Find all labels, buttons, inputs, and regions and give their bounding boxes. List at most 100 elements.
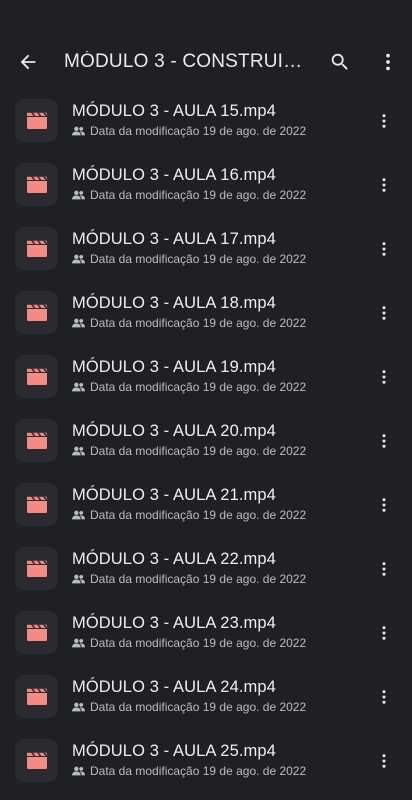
drive-folder-screen: MÓDULO 3 - CONSTRUINDO... (0, 0, 412, 800)
more-vert-icon (382, 754, 386, 768)
shared-people-icon (72, 637, 86, 649)
modified-date: Data da modificação 19 de ago. de 2022 (90, 380, 307, 394)
file-list-item[interactable]: MÓDULO 3 - AULA 16.mp4 Data da modificaç… (0, 155, 412, 219)
file-name: MÓDULO 3 - AULA 19.mp4 (72, 358, 276, 376)
file-meta: Data da modificação 19 de ago. de 2022 (72, 251, 362, 267)
video-file-icon (26, 624, 47, 641)
item-more-button[interactable] (364, 547, 404, 591)
item-more-button[interactable] (364, 99, 404, 143)
file-list-item[interactable]: MÓDULO 3 - AULA 22.mp4 Data da modificaç… (0, 539, 412, 603)
modified-date: Data da modificação 19 de ago. de 2022 (90, 636, 307, 650)
video-file-icon (26, 112, 47, 129)
modified-date: Data da modificação 19 de ago. de 2022 (90, 316, 307, 330)
modified-date: Data da modificação 19 de ago. de 2022 (90, 572, 307, 586)
more-vert-icon (382, 562, 386, 576)
file-meta: Data da modificação 19 de ago. de 2022 (72, 187, 362, 203)
item-more-button[interactable] (364, 291, 404, 335)
shared-people-icon (72, 189, 86, 201)
arrow-back-icon (20, 54, 36, 70)
video-thumbnail (15, 227, 58, 270)
modified-date: Data da modificação 19 de ago. de 2022 (90, 188, 307, 202)
file-meta: Data da modificação 19 de ago. de 2022 (72, 571, 362, 587)
item-more-button[interactable] (364, 483, 404, 527)
file-name: MÓDULO 3 - AULA 24.mp4 (72, 678, 276, 696)
file-text: MÓDULO 3 - AULA 20.mp4 Data da modificaç… (72, 421, 362, 459)
file-list-item[interactable]: MÓDULO 3 - AULA 18.mp4 Data da modificaç… (0, 283, 412, 347)
video-thumbnail (15, 419, 58, 462)
video-file-icon (26, 304, 47, 321)
top-app-bar: MÓDULO 3 - CONSTRUINDO... (0, 30, 412, 94)
file-name: MÓDULO 3 - AULA 18.mp4 (72, 294, 276, 312)
status-bar-area (0, 0, 412, 30)
modified-date: Data da modificação 19 de ago. de 2022 (90, 700, 307, 714)
shared-people-icon (72, 573, 86, 585)
video-thumbnail (15, 99, 58, 142)
file-text: MÓDULO 3 - AULA 24.mp4 Data da modificaç… (72, 677, 362, 715)
file-name: MÓDULO 3 - AULA 25.mp4 (72, 742, 276, 760)
shared-people-icon (72, 765, 86, 777)
more-vert-icon (382, 498, 386, 512)
more-vert-icon (382, 690, 386, 704)
more-vert-icon (382, 370, 386, 384)
file-list-item[interactable]: MÓDULO 3 - AULA 25.mp4 Data da modificaç… (0, 731, 412, 795)
item-more-button[interactable] (364, 355, 404, 399)
item-more-button[interactable] (364, 163, 404, 207)
item-more-button[interactable] (364, 227, 404, 271)
file-name: MÓDULO 3 - AULA 22.mp4 (72, 550, 276, 568)
file-name: MÓDULO 3 - AULA 16.mp4 (72, 166, 276, 184)
item-more-button[interactable] (364, 675, 404, 719)
file-text: MÓDULO 3 - AULA 17.mp4 Data da modificaç… (72, 229, 362, 267)
file-text: MÓDULO 3 - AULA 18.mp4 Data da modificaç… (72, 293, 362, 331)
file-list: MÓDULO 3 - AULA 15.mp4 Data da modificaç… (0, 91, 412, 795)
file-text: MÓDULO 3 - AULA 15.mp4 Data da modificaç… (72, 101, 362, 139)
modified-date: Data da modificação 19 de ago. de 2022 (90, 252, 307, 266)
file-name: MÓDULO 3 - AULA 23.mp4 (72, 614, 276, 632)
file-list-item[interactable]: MÓDULO 3 - AULA 23.mp4 Data da modificaç… (0, 603, 412, 667)
video-file-icon (26, 688, 47, 705)
video-thumbnail (15, 739, 58, 782)
file-meta: Data da modificação 19 de ago. de 2022 (72, 635, 362, 651)
file-list-item[interactable]: MÓDULO 3 - AULA 21.mp4 Data da modificaç… (0, 475, 412, 539)
file-list-item[interactable]: MÓDULO 3 - AULA 17.mp4 Data da modificaç… (0, 219, 412, 283)
file-name: MÓDULO 3 - AULA 20.mp4 (72, 422, 276, 440)
file-list-item[interactable]: MÓDULO 3 - AULA 20.mp4 Data da modificaç… (0, 411, 412, 475)
video-thumbnail (15, 547, 58, 590)
video-thumbnail (15, 675, 58, 718)
more-vert-icon (382, 626, 386, 640)
page-title: MÓDULO 3 - CONSTRUINDO... (64, 51, 304, 72)
shared-people-icon (72, 509, 86, 521)
file-text: MÓDULO 3 - AULA 23.mp4 Data da modificaç… (72, 613, 362, 651)
modified-date: Data da modificação 19 de ago. de 2022 (90, 124, 307, 138)
shared-people-icon (72, 381, 86, 393)
video-thumbnail (15, 483, 58, 526)
file-list-item[interactable]: MÓDULO 3 - AULA 15.mp4 Data da modificaç… (0, 91, 412, 155)
modified-date: Data da modificação 19 de ago. de 2022 (90, 444, 307, 458)
file-meta: Data da modificação 19 de ago. de 2022 (72, 763, 362, 779)
search-icon (331, 53, 348, 70)
shared-people-icon (72, 317, 86, 329)
search-button[interactable] (316, 38, 364, 86)
video-file-icon (26, 560, 47, 577)
video-file-icon (26, 496, 47, 513)
back-button[interactable] (0, 30, 56, 94)
item-more-button[interactable] (364, 611, 404, 655)
file-name: MÓDULO 3 - AULA 15.mp4 (72, 102, 276, 120)
appbar-actions (316, 30, 412, 94)
file-meta: Data da modificação 19 de ago. de 2022 (72, 315, 362, 331)
shared-people-icon (72, 253, 86, 265)
item-more-button[interactable] (364, 419, 404, 463)
shared-people-icon (72, 125, 86, 137)
file-meta: Data da modificação 19 de ago. de 2022 (72, 123, 362, 139)
more-vert-icon (382, 434, 386, 448)
more-vert-icon (382, 178, 386, 192)
file-list-item[interactable]: MÓDULO 3 - AULA 19.mp4 Data da modificaç… (0, 347, 412, 411)
file-list-item[interactable]: MÓDULO 3 - AULA 24.mp4 Data da modificaç… (0, 667, 412, 731)
video-thumbnail (15, 291, 58, 334)
more-vert-icon (382, 242, 386, 256)
item-more-button[interactable] (364, 739, 404, 783)
file-name: MÓDULO 3 - AULA 17.mp4 (72, 230, 276, 248)
video-file-icon (26, 752, 47, 769)
video-thumbnail (15, 611, 58, 654)
video-thumbnail (15, 163, 58, 206)
more-options-button[interactable] (364, 38, 412, 86)
